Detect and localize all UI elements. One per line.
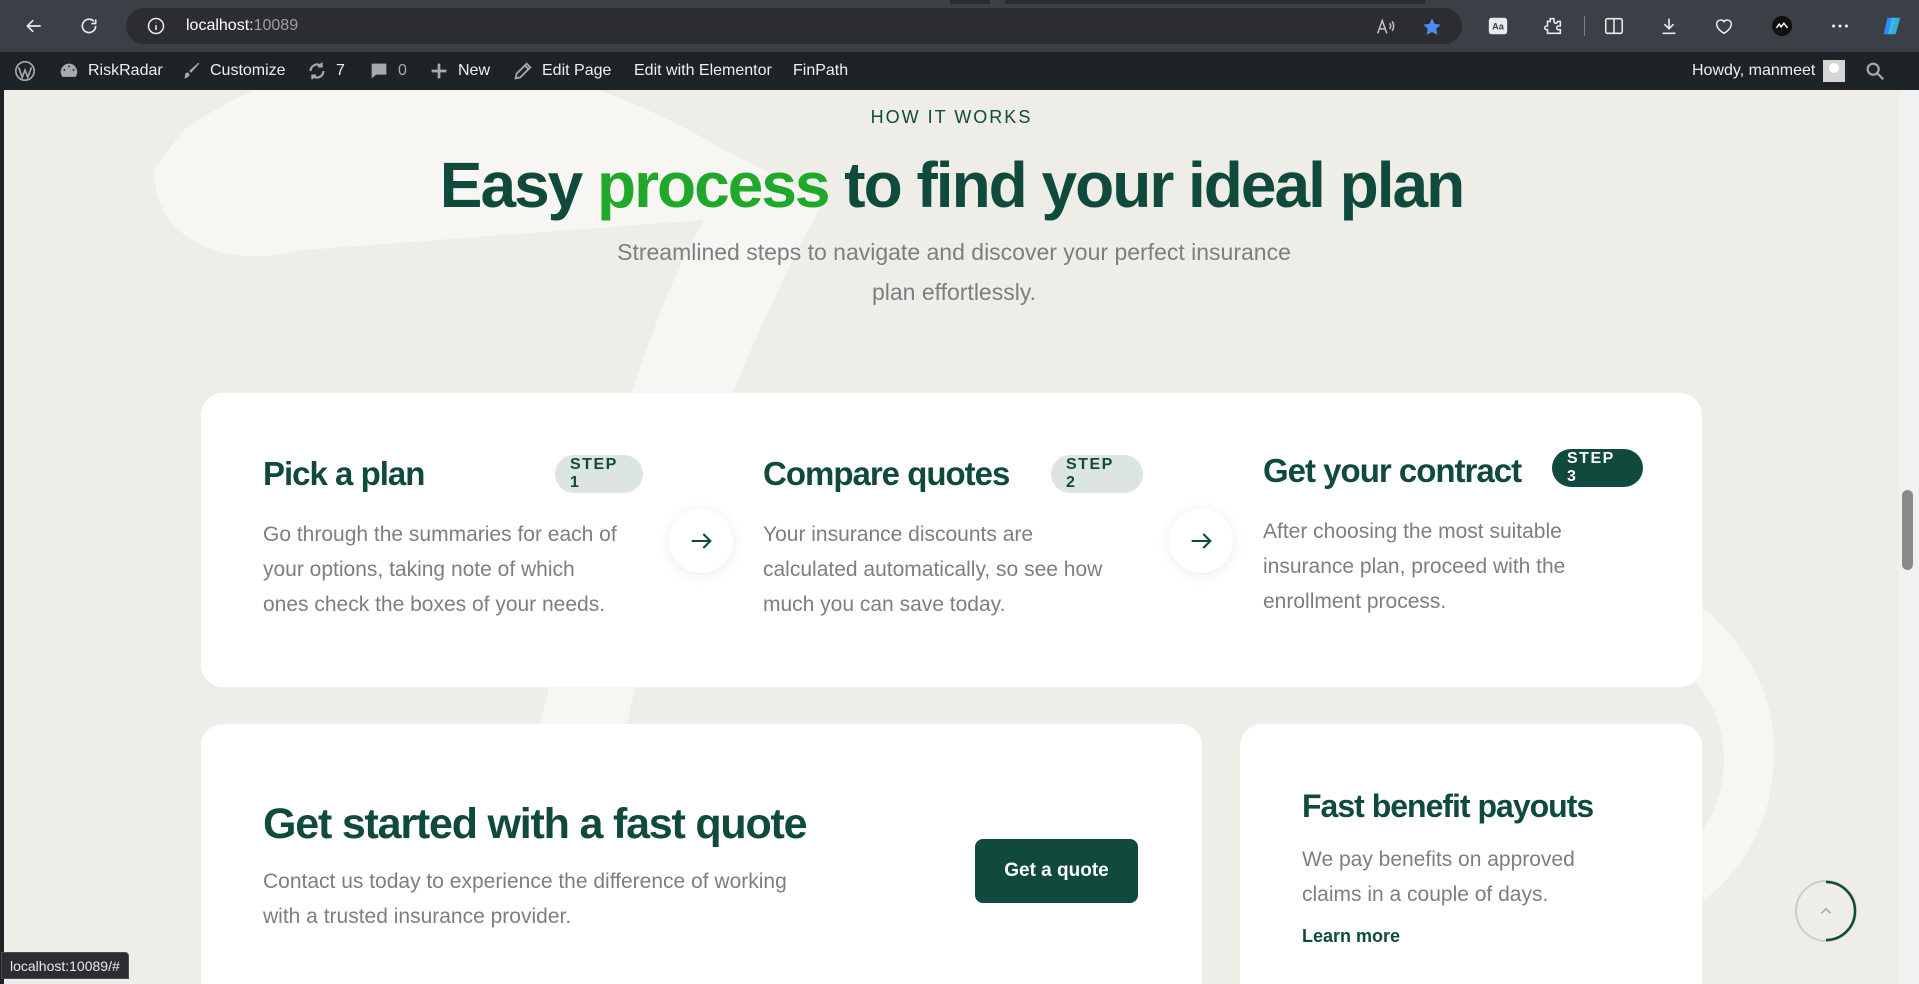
dashboard-gauge-icon: [60, 63, 78, 77]
headline-accent: process: [597, 149, 830, 221]
section-eyebrow: HOW IT WORKS: [870, 107, 1033, 127]
admin-customize-label: Customize: [210, 62, 286, 79]
browser-toolbar: localhost:10089 Aa: [0, 0, 1919, 52]
page-content: HOW IT WORKS Easy process to find your i…: [4, 90, 1899, 984]
step-badge: STEP 3: [1552, 449, 1643, 487]
pencil-icon: [514, 62, 532, 80]
comment-bubble-icon: [371, 63, 387, 79]
admin-updates-count: 7: [336, 62, 345, 79]
scroll-to-top-button[interactable]: [1795, 880, 1857, 942]
favorite-star-icon[interactable]: [1421, 16, 1443, 38]
section-headline: Easy process to find your ideal plan: [4, 148, 1899, 222]
read-aloud-icon[interactable]: [1374, 16, 1396, 38]
admin-site-link[interactable]: RiskRadar: [58, 52, 163, 90]
admin-finpath-label: FinPath: [793, 62, 849, 79]
payouts-title: Fast benefit payouts: [1302, 788, 1594, 824]
scroll-progress-ring: [1825, 880, 1857, 942]
copilot-icon[interactable]: [1878, 12, 1906, 40]
url-port: 10089: [253, 17, 299, 34]
back-icon[interactable]: [18, 10, 50, 42]
status-bar-url: localhost:10089/#: [1, 952, 129, 979]
tab-edge: [1005, 0, 1425, 4]
admin-search-icon[interactable]: [1864, 52, 1886, 90]
get-quote-button[interactable]: Get a quote: [975, 839, 1138, 903]
svg-text:Aa: Aa: [1492, 22, 1505, 32]
admin-site-name: RiskRadar: [88, 62, 163, 79]
split-screen-icon[interactable]: [1600, 12, 1628, 40]
payouts-text: We pay benefits on approved claims in a …: [1302, 848, 1575, 906]
step-badge: STEP 2: [1051, 455, 1143, 493]
arrow-right-icon: [1169, 509, 1233, 573]
plus-icon: [431, 63, 447, 79]
wp-admin-bar: RiskRadar Customize 7 0 New Edit Page Ed…: [0, 52, 1919, 90]
headline-part: Easy: [439, 149, 598, 221]
quote-text: Contact us today to experience the diffe…: [263, 870, 787, 928]
browser-essentials-icon[interactable]: [1710, 12, 1738, 40]
site-info-icon[interactable]: [146, 16, 166, 36]
admin-edit-page-label: Edit Page: [542, 62, 612, 79]
url-host: localhost:: [186, 17, 254, 34]
refresh-icon[interactable]: [73, 10, 105, 42]
updates-icon: [309, 62, 325, 80]
admin-howdy-label: Howdy, manmeet: [1692, 62, 1816, 79]
step-1: Pick a plan STEP 1 Go through the summar…: [263, 455, 643, 622]
admin-edit-elementor-link[interactable]: Edit with Elementor: [634, 52, 772, 90]
paintbrush-icon: [183, 62, 200, 79]
toolbar-separator: [1584, 16, 1585, 36]
admin-customize-link[interactable]: Customize: [180, 52, 286, 90]
avatar: [1823, 60, 1846, 82]
step-text: Your insurance discounts are calculated …: [763, 523, 1103, 616]
steps-card: Pick a plan STEP 1 Go through the summar…: [201, 393, 1702, 687]
quote-card: Get started with a fast quote Contact us…: [201, 724, 1202, 984]
quote-title: Get started with a fast quote: [263, 800, 808, 848]
step-2: Compare quotes STEP 2 Your insurance dis…: [763, 455, 1143, 622]
wordpress-logo-icon[interactable]: [14, 52, 36, 90]
learn-more-link[interactable]: Learn more: [1302, 926, 1400, 947]
url-text: localhost:10089: [186, 17, 298, 35]
step-text: Go through the summaries for each of you…: [263, 523, 617, 616]
step-text: After choosing the most suitable insuran…: [1263, 520, 1566, 613]
admin-account-link[interactable]: Howdy, manmeet: [1692, 52, 1846, 90]
admin-edit-elementor-label: Edit with Elementor: [634, 62, 772, 79]
admin-finpath-link[interactable]: FinPath: [793, 52, 848, 90]
tab-edge: [950, 0, 990, 4]
scrollbar-thumb[interactable]: [1902, 490, 1913, 570]
admin-new-link[interactable]: New: [428, 52, 490, 90]
immersive-reader-icon[interactable]: Aa: [1484, 12, 1512, 40]
section-subline: Streamlined steps to navigate and discov…: [617, 239, 1291, 305]
step-3: Get your contract STEP 3 After choosing …: [1263, 449, 1643, 619]
profile-icon[interactable]: [1768, 12, 1796, 40]
admin-new-label: New: [458, 62, 491, 79]
address-bar[interactable]: localhost:10089: [126, 8, 1462, 44]
headline-part: to find your ideal plan: [828, 149, 1465, 221]
admin-comments-count: 0: [398, 62, 407, 79]
step-badge: STEP 1: [555, 455, 643, 493]
arrow-right-icon: [669, 509, 733, 573]
extensions-icon[interactable]: [1539, 12, 1567, 40]
admin-edit-page-link[interactable]: Edit Page: [512, 52, 611, 90]
admin-updates-link[interactable]: 7: [306, 52, 345, 90]
admin-comments-link[interactable]: 0: [368, 52, 407, 90]
payouts-card: Fast benefit payouts We pay benefits on …: [1240, 724, 1702, 984]
downloads-icon[interactable]: [1655, 12, 1683, 40]
page-scrollbar[interactable]: [1899, 90, 1919, 984]
more-options-icon[interactable]: [1826, 12, 1854, 40]
